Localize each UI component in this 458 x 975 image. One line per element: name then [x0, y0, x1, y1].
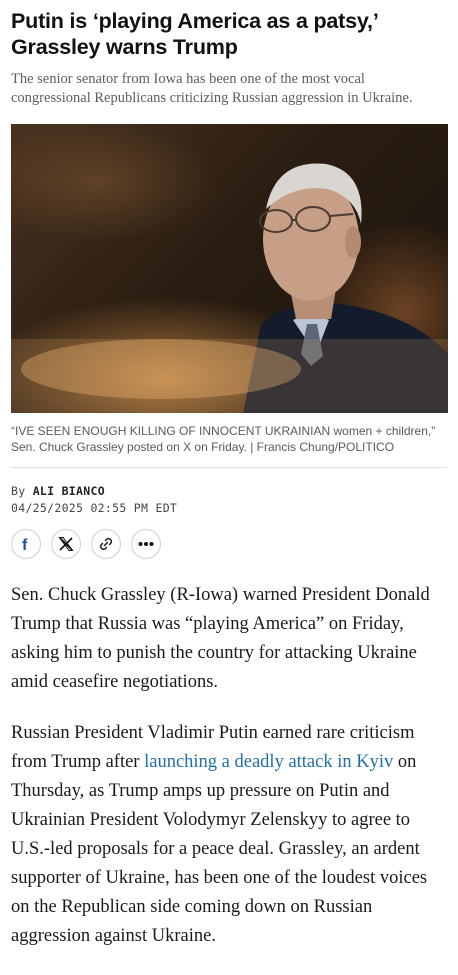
body-paragraph-1: Sen. Chuck Grassley (R-Iowa) warned Pres…: [11, 585, 430, 692]
share-facebook-button[interactable]: f: [11, 529, 41, 559]
body-paragraph-2: Russian President Vladimir Putin earned …: [11, 719, 447, 951]
article-photo: [11, 124, 448, 413]
photo-illustration: [11, 163, 448, 413]
link-icon: [99, 537, 113, 551]
publish-timestamp: 04/25/2025 02:55 PM EDT: [11, 501, 178, 515]
divider: [11, 467, 447, 468]
byline-prefix: By: [11, 484, 26, 498]
more-share-button[interactable]: [131, 529, 161, 559]
article-dek: The senior senator from Iowa has been on…: [11, 71, 413, 106]
facebook-icon: f: [22, 537, 28, 552]
share-bar: f: [11, 529, 447, 559]
more-icon: [138, 542, 154, 546]
x-icon: [58, 537, 74, 551]
author-link[interactable]: ALI BIANCO: [33, 484, 105, 498]
byline: By ALI BIANCO: [11, 484, 447, 498]
svg-text:f: f: [22, 537, 28, 552]
kyiv-attack-link[interactable]: launching a deadly attack in Kyiv: [144, 752, 393, 772]
share-x-button[interactable]: [51, 529, 81, 559]
photo-caption: “IVE SEEN ENOUGH KILLING OF INNOCENT UKR…: [11, 424, 436, 454]
article-page: Putin is ‘playing America as a patsy,’ G…: [0, 0, 458, 951]
paragraph-text: on Thursday, as Trump amps up pressure o…: [11, 752, 428, 946]
copy-link-button[interactable]: [91, 529, 121, 559]
headline: Putin is ‘playing America as a patsy,’ G…: [11, 9, 378, 59]
